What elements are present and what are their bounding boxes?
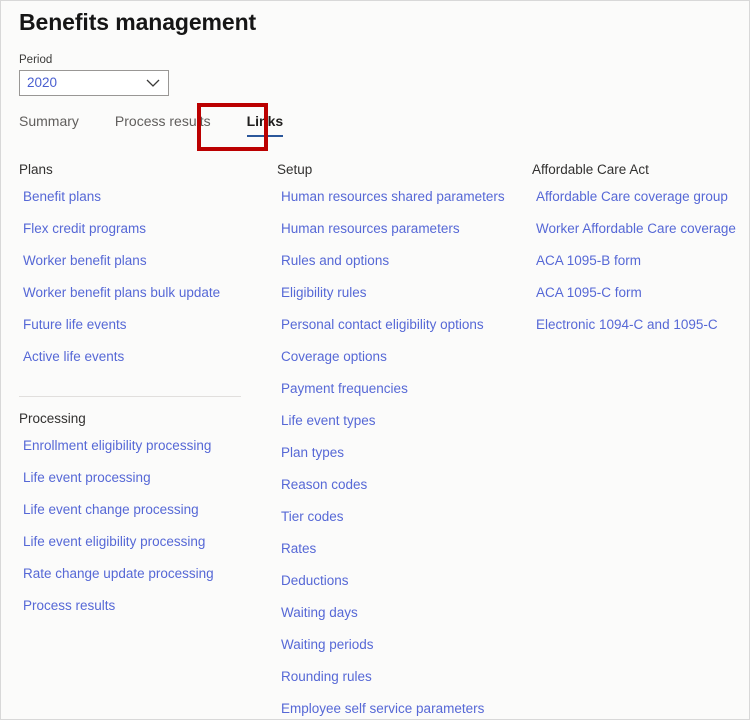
link-coverage-options[interactable]: Coverage options xyxy=(277,348,522,380)
link-worker-benefit-plans-bulk-update[interactable]: Worker benefit plans bulk update xyxy=(19,284,259,316)
link-deductions[interactable]: Deductions xyxy=(277,572,522,604)
tab-process-results[interactable]: Process results xyxy=(115,109,211,139)
link-life-event-change-processing[interactable]: Life event change processing xyxy=(19,501,259,533)
column-setup: Setup Human resources shared parameters … xyxy=(277,161,522,720)
link-worker-affordable-care-coverage[interactable]: Worker Affordable Care coverage xyxy=(532,220,747,252)
tab-summary[interactable]: Summary xyxy=(19,109,79,139)
period-field-group: Period 2020 xyxy=(19,53,169,96)
benefits-management-page: Benefits management Period 2020 Summary … xyxy=(0,0,750,720)
link-tier-codes[interactable]: Tier codes xyxy=(277,508,522,540)
link-list-processing: Enrollment eligibility processing Life e… xyxy=(19,437,259,629)
tab-links-label: Links xyxy=(247,113,284,129)
link-enrollment-eligibility-processing[interactable]: Enrollment eligibility processing xyxy=(19,437,259,469)
link-flex-credit-programs[interactable]: Flex credit programs xyxy=(19,220,259,252)
link-payment-frequencies[interactable]: Payment frequencies xyxy=(277,380,522,412)
chevron-down-icon[interactable] xyxy=(146,79,160,88)
section-heading-setup: Setup xyxy=(277,161,522,179)
link-personal-contact-eligibility-options[interactable]: Personal contact eligibility options xyxy=(277,316,522,348)
link-aca-1095-b-form[interactable]: ACA 1095-B form xyxy=(532,252,747,284)
link-list-plans: Benefit plans Flex credit programs Worke… xyxy=(19,188,259,380)
link-life-event-eligibility-processing[interactable]: Life event eligibility processing xyxy=(19,533,259,565)
link-list-setup: Human resources shared parameters Human … xyxy=(277,188,522,720)
link-future-life-events[interactable]: Future life events xyxy=(19,316,259,348)
link-eligibility-rules[interactable]: Eligibility rules xyxy=(277,284,522,316)
section-heading-plans: Plans xyxy=(19,161,259,179)
tab-process-results-label: Process results xyxy=(115,113,211,129)
link-life-event-types[interactable]: Life event types xyxy=(277,412,522,444)
period-selected-value: 2020 xyxy=(20,71,57,95)
group-plans: Plans Benefit plans Flex credit programs… xyxy=(19,161,259,380)
link-rules-and-options[interactable]: Rules and options xyxy=(277,252,522,284)
link-affordable-care-coverage-group[interactable]: Affordable Care coverage group xyxy=(532,188,747,220)
link-electronic-1094-c-and-1095-c[interactable]: Electronic 1094-C and 1095-C xyxy=(532,316,747,348)
link-rounding-rules[interactable]: Rounding rules xyxy=(277,668,522,700)
link-human-resources-parameters[interactable]: Human resources parameters xyxy=(277,220,522,252)
link-rates[interactable]: Rates xyxy=(277,540,522,572)
link-plan-types[interactable]: Plan types xyxy=(277,444,522,476)
link-worker-benefit-plans[interactable]: Worker benefit plans xyxy=(19,252,259,284)
link-waiting-days[interactable]: Waiting days xyxy=(277,604,522,636)
tab-bar: Summary Process results Links xyxy=(19,109,283,139)
link-benefit-plans[interactable]: Benefit plans xyxy=(19,188,259,220)
link-aca-1095-c-form[interactable]: ACA 1095-C form xyxy=(532,284,747,316)
period-label: Period xyxy=(19,53,169,67)
link-human-resources-shared-parameters[interactable]: Human resources shared parameters xyxy=(277,188,522,220)
link-reason-codes[interactable]: Reason codes xyxy=(277,476,522,508)
column-plans-processing: Plans Benefit plans Flex credit programs… xyxy=(19,161,259,629)
section-heading-processing: Processing xyxy=(19,410,259,428)
link-active-life-events[interactable]: Active life events xyxy=(19,348,259,380)
section-divider xyxy=(19,396,241,397)
link-list-affordable-care-act: Affordable Care coverage group Worker Af… xyxy=(532,188,747,348)
tab-selected-underline xyxy=(247,135,284,137)
link-employee-self-service-parameters[interactable]: Employee self service parameters xyxy=(277,700,522,720)
column-affordable-care-act: Affordable Care Act Affordable Care cove… xyxy=(532,161,747,348)
group-processing: Processing Enrollment eligibility proces… xyxy=(19,410,259,629)
link-process-results[interactable]: Process results xyxy=(19,597,259,629)
tab-links[interactable]: Links xyxy=(247,109,284,139)
tab-summary-label: Summary xyxy=(19,113,79,129)
section-heading-affordable-care-act: Affordable Care Act xyxy=(532,161,747,179)
link-rate-change-update-processing[interactable]: Rate change update processing xyxy=(19,565,259,597)
link-life-event-processing[interactable]: Life event processing xyxy=(19,469,259,501)
link-waiting-periods[interactable]: Waiting periods xyxy=(277,636,522,668)
period-select[interactable]: 2020 xyxy=(19,70,169,96)
page-title: Benefits management xyxy=(19,9,256,36)
